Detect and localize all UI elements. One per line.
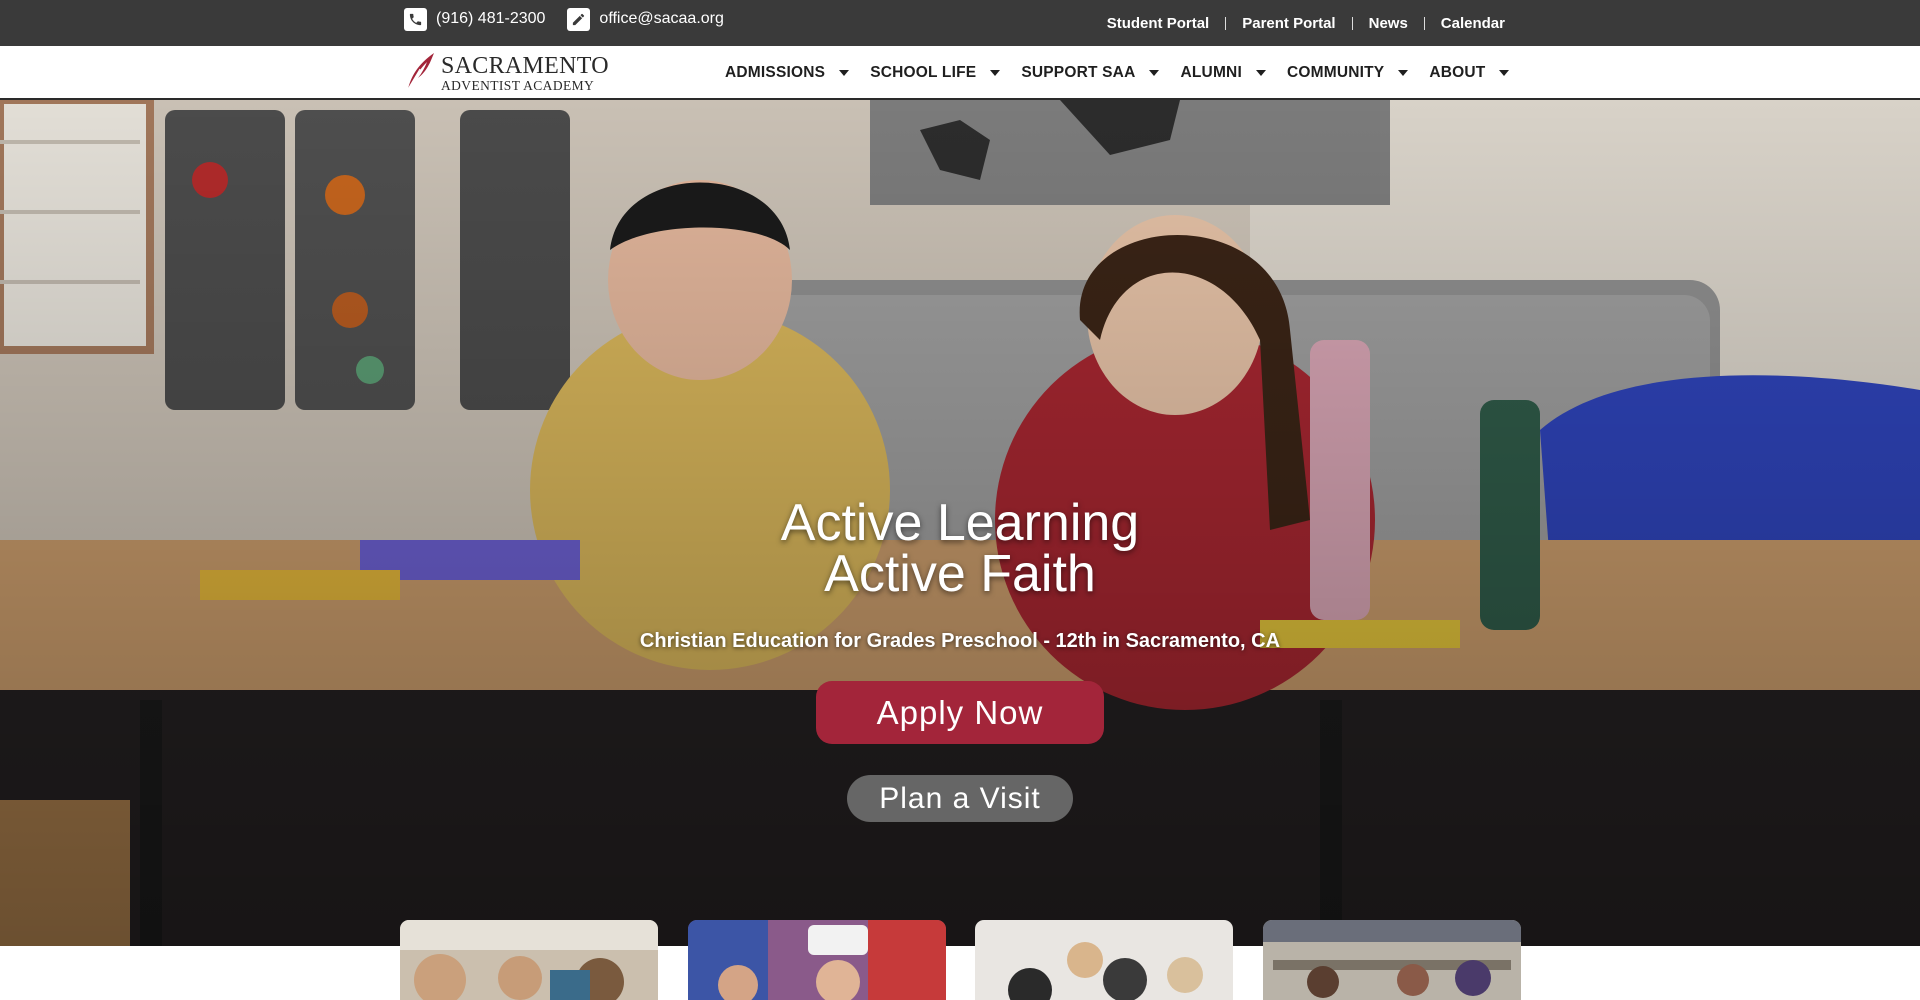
feather-icon bbox=[403, 51, 437, 96]
nav-item-label: SUPPORT SAA bbox=[1021, 64, 1136, 81]
main-navigation: SACRAMENTO ADVENTIST ACADEMY ADMISSIONS … bbox=[0, 46, 1920, 100]
divider bbox=[1423, 16, 1425, 30]
nav-item-alumni[interactable]: ALUMNI bbox=[1180, 64, 1266, 82]
logo-line-2: ADVENTIST ACADEMY bbox=[441, 77, 595, 93]
contact-info: (916) 481-2300 office@sacaa.org bbox=[404, 0, 724, 38]
phone-link[interactable]: (916) 481-2300 bbox=[404, 7, 546, 31]
news-link[interactable]: News bbox=[1369, 15, 1408, 32]
email-address: office@sacaa.org bbox=[599, 10, 724, 27]
feature-card-elementary-photo[interactable] bbox=[688, 920, 946, 1000]
email-link[interactable]: office@sacaa.org bbox=[567, 7, 724, 31]
nav-item-label: ADMISSIONS bbox=[725, 64, 826, 81]
nav-item-community[interactable]: COMMUNITY bbox=[1286, 64, 1409, 82]
caret-down-icon bbox=[1255, 70, 1266, 76]
top-utility-bar: (916) 481-2300 office@sacaa.org Student … bbox=[0, 0, 1920, 46]
hero-subtitle: Christian Education for Grades Preschool… bbox=[639, 630, 1281, 652]
feature-cards bbox=[0, 920, 1920, 1000]
nav-item-support-saa[interactable]: SUPPORT SAA bbox=[1021, 64, 1160, 82]
nav-item-school-life[interactable]: SCHOOL LIFE bbox=[870, 64, 1001, 82]
feature-card-middle-school-photo[interactable] bbox=[975, 920, 1233, 1000]
portal-links: Student Portal Parent Portal News Calend… bbox=[1107, 0, 1505, 46]
parent-portal-link[interactable]: Parent Portal bbox=[1242, 15, 1335, 32]
feature-card-preschool-photo[interactable] bbox=[400, 920, 658, 1000]
nav-menu: ADMISSIONS SCHOOL LIFE SUPPORT SAA ALUMN… bbox=[725, 46, 1530, 100]
feature-card-high-school-photo[interactable] bbox=[1263, 920, 1521, 1000]
plan-a-visit-button[interactable]: Plan a Visit bbox=[847, 775, 1073, 822]
site-logo[interactable]: SACRAMENTO ADVENTIST ACADEMY bbox=[403, 51, 609, 96]
hero-title-line-1: Active Learning bbox=[780, 494, 1140, 552]
apply-now-button[interactable]: Apply Now bbox=[816, 681, 1104, 744]
divider bbox=[1225, 16, 1227, 30]
caret-down-icon bbox=[990, 70, 1001, 76]
pencil-square-icon bbox=[567, 7, 591, 31]
student-portal-link[interactable]: Student Portal bbox=[1107, 15, 1210, 32]
caret-down-icon bbox=[839, 70, 850, 76]
caret-down-icon bbox=[1398, 70, 1409, 76]
hero-title-line-2: Active Faith bbox=[824, 545, 1096, 603]
nav-item-label: ABOUT bbox=[1429, 64, 1486, 81]
logo-line-1: SACRAMENTO bbox=[441, 52, 609, 79]
nav-item-label: SCHOOL LIFE bbox=[870, 64, 977, 81]
phone-number: (916) 481-2300 bbox=[436, 10, 546, 27]
divider bbox=[1351, 16, 1353, 30]
hero-banner: Active Learning Active Faith Christian E… bbox=[0, 100, 1920, 946]
calendar-link[interactable]: Calendar bbox=[1441, 15, 1505, 32]
caret-down-icon bbox=[1149, 70, 1160, 76]
nav-item-about[interactable]: ABOUT bbox=[1429, 64, 1510, 82]
logo-wordmark: SACRAMENTO ADVENTIST ACADEMY bbox=[441, 54, 609, 93]
hero-title: Active Learning Active Faith bbox=[0, 494, 1920, 603]
nav-item-label: ALUMNI bbox=[1180, 64, 1242, 81]
nav-item-label: COMMUNITY bbox=[1286, 64, 1385, 81]
phone-icon bbox=[404, 7, 427, 31]
nav-item-admissions[interactable]: ADMISSIONS bbox=[725, 64, 850, 82]
caret-down-icon bbox=[1499, 70, 1510, 76]
